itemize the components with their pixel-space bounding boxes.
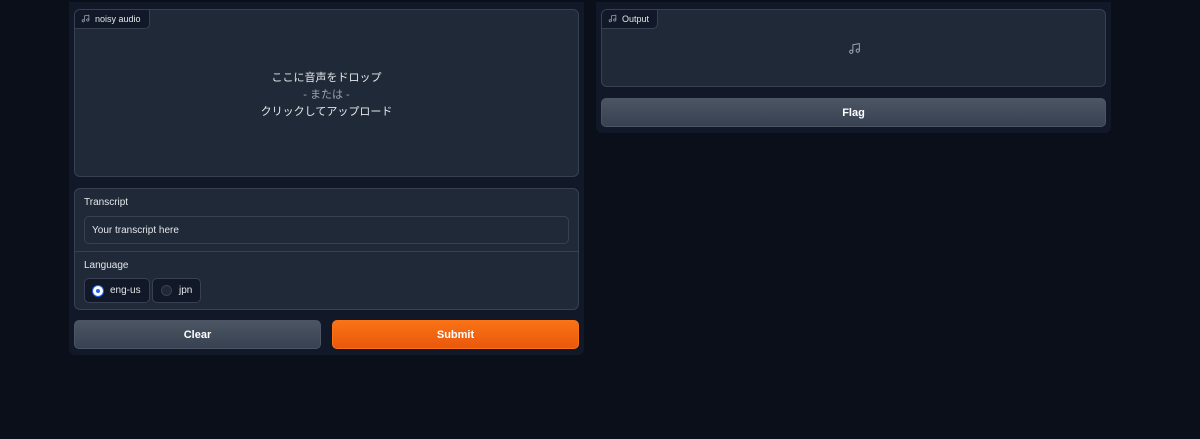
radio-unselected-icon[interactable] <box>161 285 172 296</box>
form-divider <box>75 251 578 252</box>
audio-upload-dropzone[interactable]: noisy audio ここに音声をドロップ - または - クリックしてアップ… <box>74 9 579 177</box>
drop-text: ここに音声をドロップ <box>271 72 382 84</box>
audio-input-label: noisy audio <box>75 10 150 29</box>
radio-option-jpn[interactable]: jpn <box>152 278 202 303</box>
radio-option-label: jpn <box>179 285 193 296</box>
transcript-input[interactable]: Your transcript here <box>84 216 569 244</box>
music-note-icon <box>81 14 90 25</box>
empty-audio-icon <box>848 42 861 55</box>
or-text: - または - <box>303 89 350 101</box>
radio-option-label: eng-us <box>110 285 141 296</box>
flag-button[interactable]: Flag <box>601 98 1106 127</box>
click-upload-text: クリックしてアップロード <box>260 106 393 118</box>
drop-instructions: ここに音声をドロップ - または - クリックしてアップロード <box>75 70 578 121</box>
radio-option-eng-us[interactable]: eng-us <box>84 278 150 303</box>
radio-selected-icon[interactable] <box>93 285 103 296</box>
language-label: Language <box>84 260 129 271</box>
submit-button[interactable]: Submit <box>332 320 579 349</box>
clear-button[interactable]: Clear <box>74 320 321 349</box>
audio-input-label-text: noisy audio <box>95 14 141 24</box>
output-label-text: Output <box>622 14 650 24</box>
music-note-icon <box>608 14 617 25</box>
form-group: Transcript Your transcript here Language… <box>74 188 579 310</box>
output-column: Output Flag <box>596 2 1111 133</box>
output-label: Output <box>602 10 659 29</box>
transcript-label: Transcript <box>84 197 129 208</box>
input-column: noisy audio ここに音声をドロップ - または - クリックしてアップ… <box>69 2 584 355</box>
audio-output-panel: Output <box>601 9 1106 87</box>
app-root: noisy audio ここに音声をドロップ - または - クリックしてアップ… <box>0 0 1200 439</box>
